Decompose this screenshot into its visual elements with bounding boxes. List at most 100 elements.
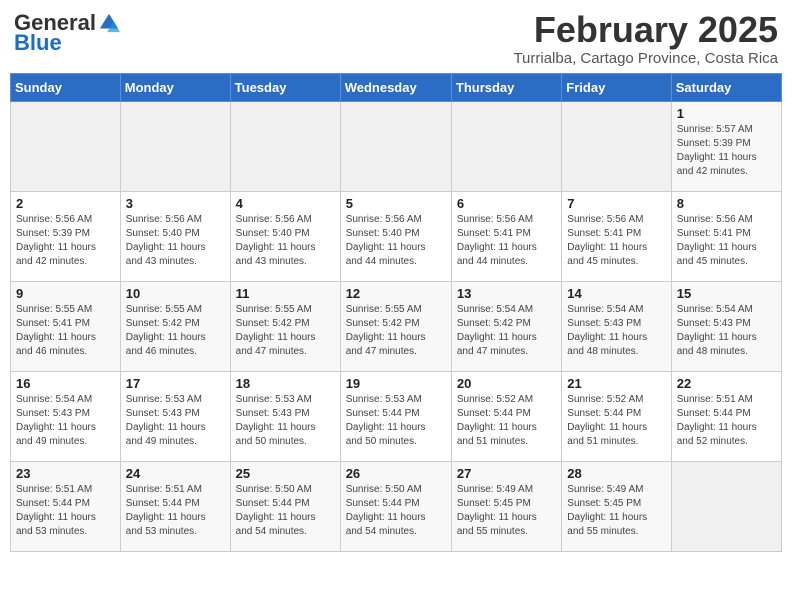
day-info: Sunrise: 5:50 AM Sunset: 5:44 PM Dayligh… (236, 483, 335, 539)
day-info: Sunrise: 5:56 AM Sunset: 5:40 PM Dayligh… (236, 213, 335, 269)
day-number: 18 (236, 376, 335, 391)
day-info: Sunrise: 5:49 AM Sunset: 5:45 PM Dayligh… (567, 483, 665, 539)
calendar-cell: 27 Sunrise: 5:49 AM Sunset: 5:45 PM Dayli… (451, 461, 561, 551)
logo-icon (98, 12, 120, 34)
day-info: Sunrise: 5:54 AM Sunset: 5:43 PM Dayligh… (677, 303, 776, 359)
day-info: Sunrise: 5:51 AM Sunset: 5:44 PM Dayligh… (677, 393, 776, 449)
day-info: Sunrise: 5:51 AM Sunset: 5:44 PM Dayligh… (126, 483, 225, 539)
calendar-cell: 9Sunrise: 5:55 AM Sunset: 5:41 PM Daylig… (11, 281, 121, 371)
calendar-cell (562, 101, 671, 191)
title-block: February 2025 Turrialba, Cartago Provinc… (513, 10, 778, 67)
day-number: 20 (457, 376, 556, 391)
calendar-cell: 10 Sunrise: 5:55 AM Sunset: 5:42 PM Dayli… (120, 281, 230, 371)
calendar-cell: 20 Sunrise: 5:52 AM Sunset: 5:44 PM Dayli… (451, 371, 561, 461)
calendar-week-row: 9Sunrise: 5:55 AM Sunset: 5:41 PM Daylig… (11, 281, 782, 371)
logo-blue-text: Blue (14, 30, 62, 56)
calendar-cell: 5 Sunrise: 5:56 AM Sunset: 5:40 PM Daylig… (340, 191, 451, 281)
calendar-cell: 3 Sunrise: 5:56 AM Sunset: 5:40 PM Daylig… (120, 191, 230, 281)
calendar-cell (340, 101, 451, 191)
day-number: 16 (16, 376, 115, 391)
day-info: Sunrise: 5:55 AM Sunset: 5:42 PM Dayligh… (346, 303, 446, 359)
day-number: 6 (457, 196, 556, 211)
calendar-cell: 12Sunrise: 5:55 AM Sunset: 5:42 PM Dayli… (340, 281, 451, 371)
month-title: February 2025 (513, 10, 778, 50)
calendar-cell (451, 101, 561, 191)
day-info: Sunrise: 5:55 AM Sunset: 5:42 PM Dayligh… (126, 303, 225, 359)
column-header-saturday: Saturday (671, 73, 781, 101)
calendar-cell: 22 Sunrise: 5:51 AM Sunset: 5:44 PM Dayli… (671, 371, 781, 461)
day-number: 21 (567, 376, 665, 391)
day-number: 24 (126, 466, 225, 481)
day-number: 11 (236, 286, 335, 301)
calendar-cell: 21 Sunrise: 5:52 AM Sunset: 5:44 PM Dayli… (562, 371, 671, 461)
calendar-cell (11, 101, 121, 191)
day-number: 9 (16, 286, 115, 301)
column-header-monday: Monday (120, 73, 230, 101)
day-info: Sunrise: 5:52 AM Sunset: 5:44 PM Dayligh… (567, 393, 665, 449)
calendar-cell: 18 Sunrise: 5:53 AM Sunset: 5:43 PM Dayli… (230, 371, 340, 461)
calendar-cell: 23 Sunrise: 5:51 AM Sunset: 5:44 PM Dayli… (11, 461, 121, 551)
day-info: Sunrise: 5:56 AM Sunset: 5:39 PM Dayligh… (16, 213, 115, 269)
day-info: Sunrise: 5:52 AM Sunset: 5:44 PM Dayligh… (457, 393, 556, 449)
day-info: Sunrise: 5:53 AM Sunset: 5:43 PM Dayligh… (126, 393, 225, 449)
logo: General Blue (14, 10, 120, 56)
calendar-week-row: 2Sunrise: 5:56 AM Sunset: 5:39 PM Daylig… (11, 191, 782, 281)
calendar-cell: 24 Sunrise: 5:51 AM Sunset: 5:44 PM Dayli… (120, 461, 230, 551)
day-info: Sunrise: 5:56 AM Sunset: 5:40 PM Dayligh… (346, 213, 446, 269)
day-info: Sunrise: 5:53 AM Sunset: 5:43 PM Dayligh… (236, 393, 335, 449)
calendar-cell: 1 Sunrise: 5:57 AM Sunset: 5:39 PM Daylig… (671, 101, 781, 191)
day-number: 13 (457, 286, 556, 301)
day-number: 22 (677, 376, 776, 391)
calendar-cell: 15 Sunrise: 5:54 AM Sunset: 5:43 PM Dayli… (671, 281, 781, 371)
location: Turrialba, Cartago Province, Costa Rica (513, 50, 778, 67)
day-info: Sunrise: 5:56 AM Sunset: 5:41 PM Dayligh… (567, 213, 665, 269)
calendar-cell (671, 461, 781, 551)
calendar-cell: 4 Sunrise: 5:56 AM Sunset: 5:40 PM Daylig… (230, 191, 340, 281)
day-info: Sunrise: 5:51 AM Sunset: 5:44 PM Dayligh… (16, 483, 115, 539)
calendar-cell: 17Sunrise: 5:53 AM Sunset: 5:43 PM Dayli… (120, 371, 230, 461)
day-number: 27 (457, 466, 556, 481)
day-info: Sunrise: 5:54 AM Sunset: 5:43 PM Dayligh… (567, 303, 665, 359)
day-info: Sunrise: 5:50 AM Sunset: 5:44 PM Dayligh… (346, 483, 446, 539)
calendar-cell: 11 Sunrise: 5:55 AM Sunset: 5:42 PM Dayli… (230, 281, 340, 371)
day-number: 5 (346, 196, 446, 211)
day-info: Sunrise: 5:56 AM Sunset: 5:41 PM Dayligh… (677, 213, 776, 269)
day-number: 14 (567, 286, 665, 301)
day-info: Sunrise: 5:56 AM Sunset: 5:40 PM Dayligh… (126, 213, 225, 269)
day-number: 19 (346, 376, 446, 391)
calendar-cell (230, 101, 340, 191)
calendar-cell (120, 101, 230, 191)
column-header-wednesday: Wednesday (340, 73, 451, 101)
day-number: 23 (16, 466, 115, 481)
day-info: Sunrise: 5:49 AM Sunset: 5:45 PM Dayligh… (457, 483, 556, 539)
day-number: 4 (236, 196, 335, 211)
calendar-cell: 14 Sunrise: 5:54 AM Sunset: 5:43 PM Dayli… (562, 281, 671, 371)
calendar-cell: 19 Sunrise: 5:53 AM Sunset: 5:44 PM Dayli… (340, 371, 451, 461)
day-number: 10 (126, 286, 225, 301)
day-info: Sunrise: 5:55 AM Sunset: 5:42 PM Dayligh… (236, 303, 335, 359)
column-header-sunday: Sunday (11, 73, 121, 101)
day-number: 28 (567, 466, 665, 481)
calendar-cell: 7 Sunrise: 5:56 AM Sunset: 5:41 PM Daylig… (562, 191, 671, 281)
day-number: 8 (677, 196, 776, 211)
day-info: Sunrise: 5:56 AM Sunset: 5:41 PM Dayligh… (457, 213, 556, 269)
calendar-cell: 25 Sunrise: 5:50 AM Sunset: 5:44 PM Dayli… (230, 461, 340, 551)
calendar-cell: 8 Sunrise: 5:56 AM Sunset: 5:41 PM Daylig… (671, 191, 781, 281)
day-number: 1 (677, 106, 776, 121)
calendar-week-row: 1 Sunrise: 5:57 AM Sunset: 5:39 PM Daylig… (11, 101, 782, 191)
day-number: 3 (126, 196, 225, 211)
day-number: 7 (567, 196, 665, 211)
column-header-friday: Friday (562, 73, 671, 101)
day-info: Sunrise: 5:57 AM Sunset: 5:39 PM Dayligh… (677, 123, 776, 179)
day-info: Sunrise: 5:53 AM Sunset: 5:44 PM Dayligh… (346, 393, 446, 449)
day-number: 15 (677, 286, 776, 301)
day-number: 25 (236, 466, 335, 481)
calendar-week-row: 16Sunrise: 5:54 AM Sunset: 5:43 PM Dayli… (11, 371, 782, 461)
calendar-cell: 28 Sunrise: 5:49 AM Sunset: 5:45 PM Dayli… (562, 461, 671, 551)
calendar-cell: 2Sunrise: 5:56 AM Sunset: 5:39 PM Daylig… (11, 191, 121, 281)
calendar-table: SundayMondayTuesdayWednesdayThursdayFrid… (10, 73, 782, 552)
column-header-thursday: Thursday (451, 73, 561, 101)
column-header-tuesday: Tuesday (230, 73, 340, 101)
calendar-header-row: SundayMondayTuesdayWednesdayThursdayFrid… (11, 73, 782, 101)
calendar-week-row: 23 Sunrise: 5:51 AM Sunset: 5:44 PM Dayli… (11, 461, 782, 551)
